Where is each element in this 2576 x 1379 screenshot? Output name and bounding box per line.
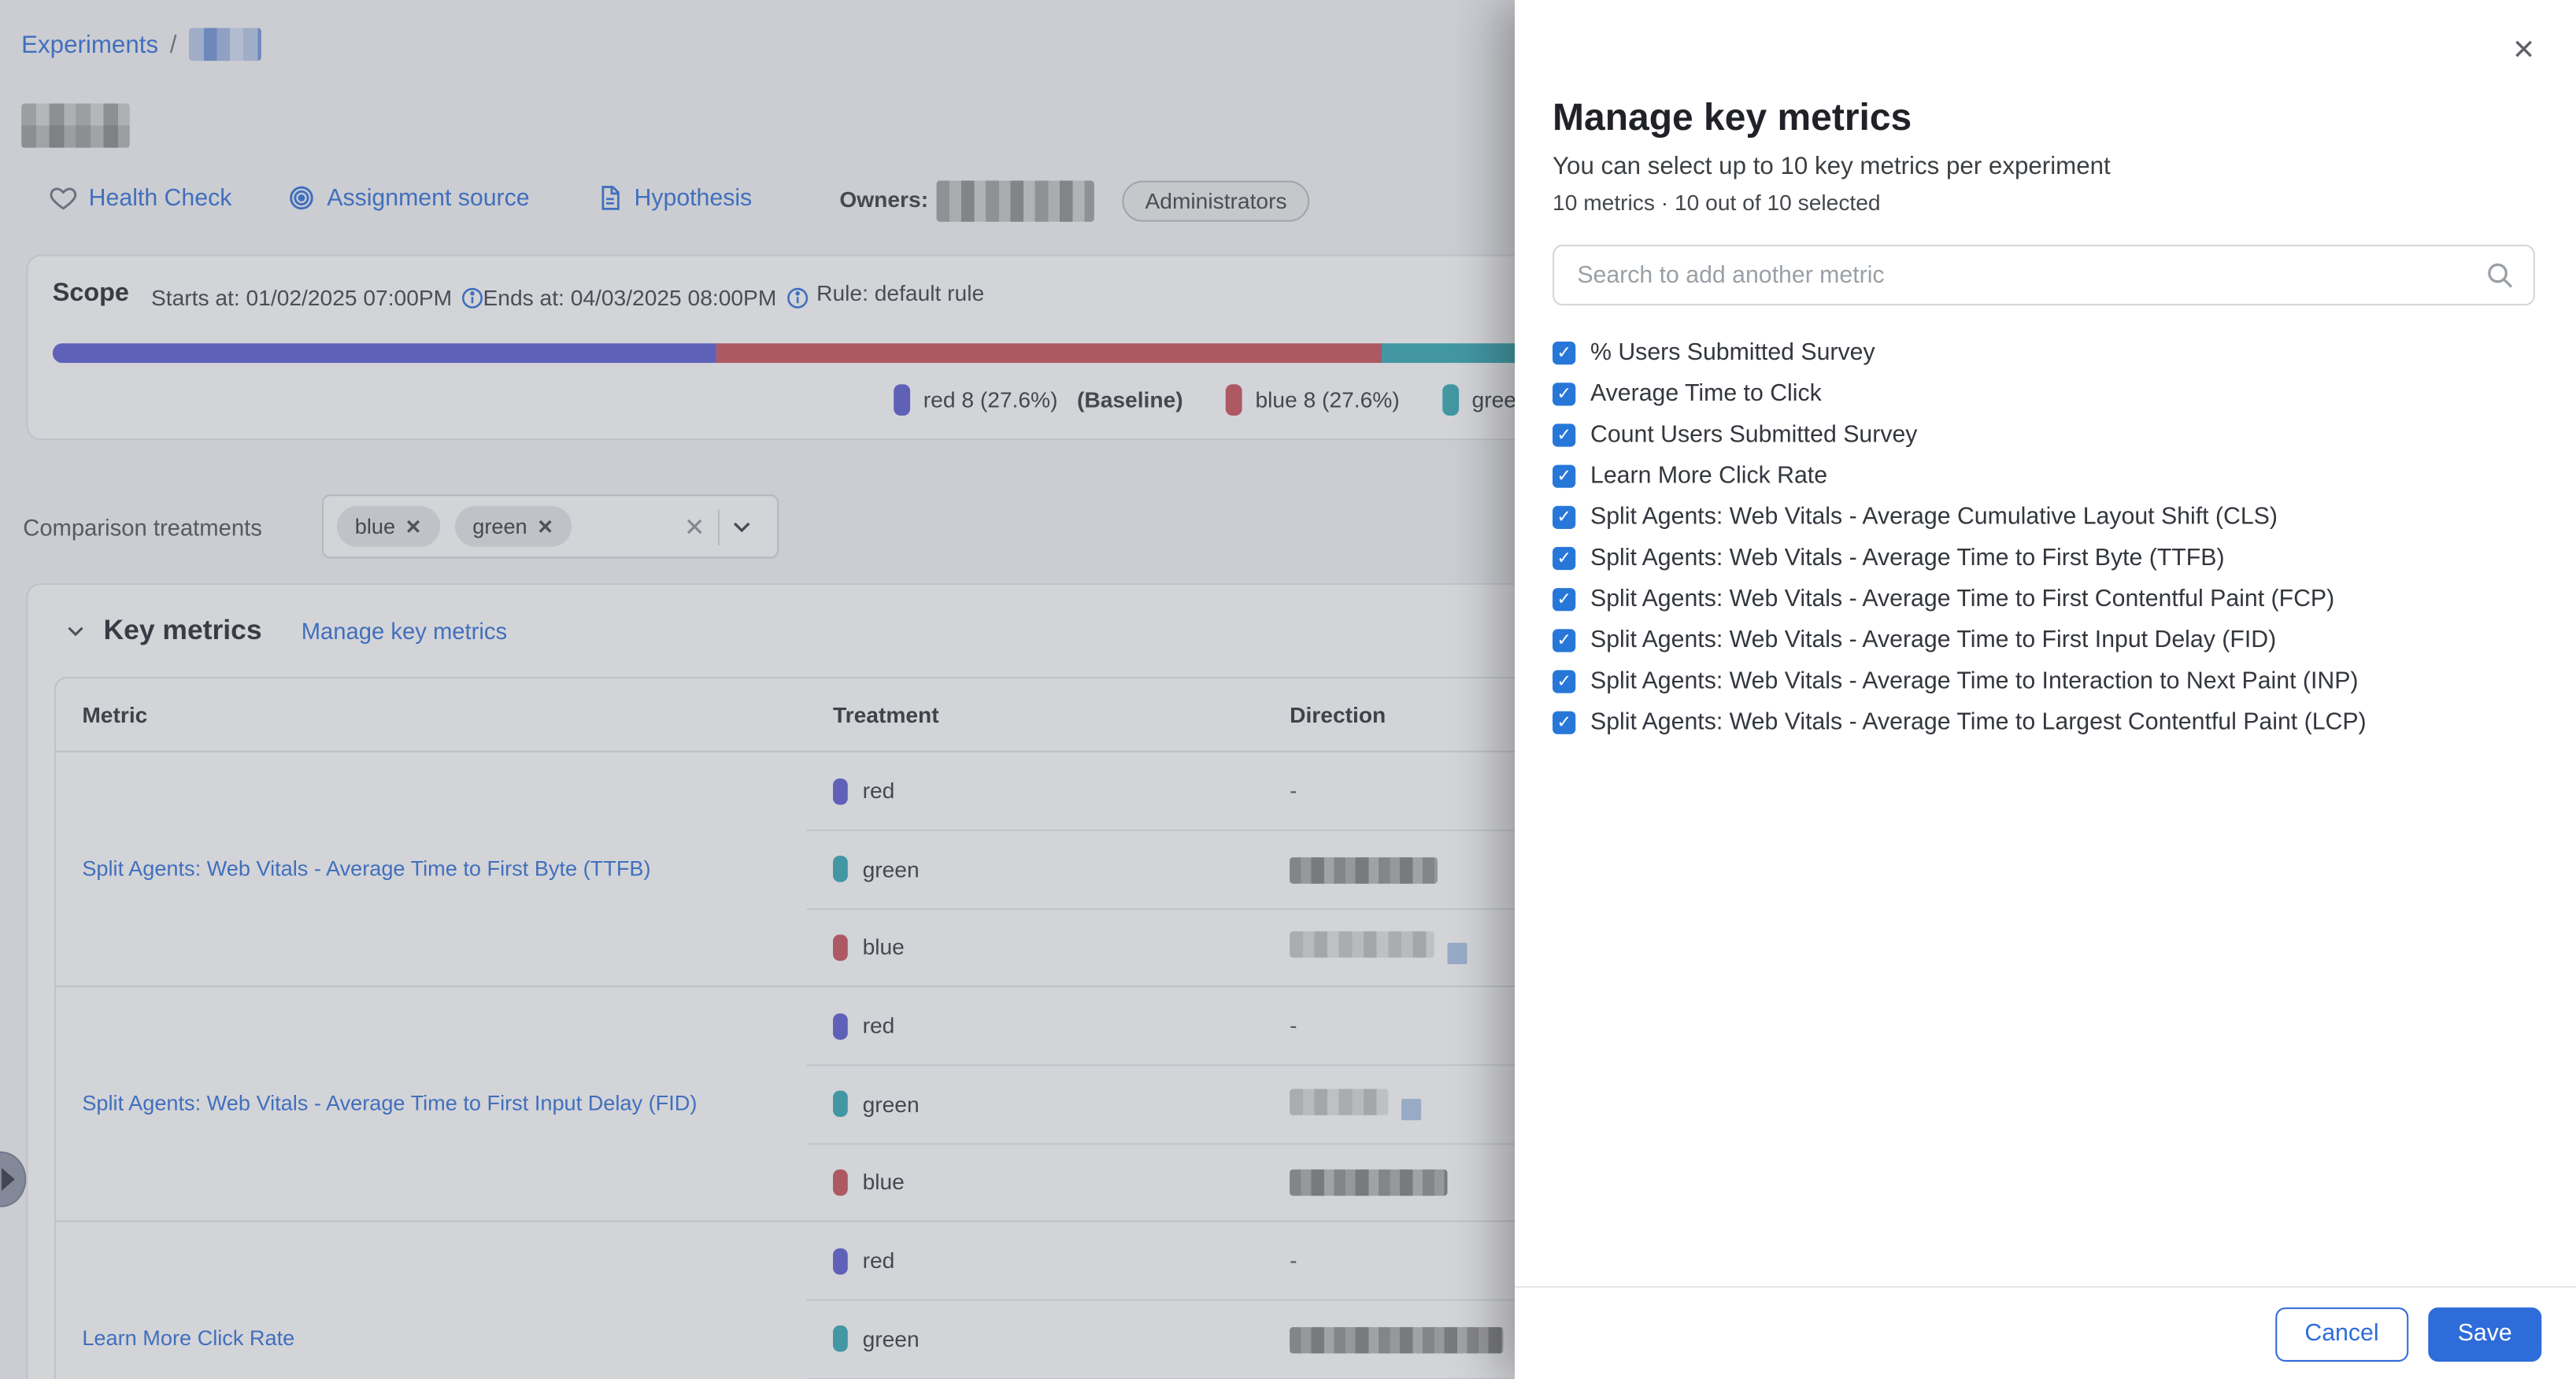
close-icon[interactable]: ✕ <box>2512 36 2536 64</box>
checkbox-checked-icon[interactable]: ✓ <box>1553 464 1575 487</box>
manage-key-metrics-panel: ✕ Manage key metrics You can select up t… <box>1515 0 2576 1379</box>
metric-option-label: Split Agents: Web Vitals - Average Time … <box>1590 628 2276 654</box>
metric-option[interactable]: ✓ Count Users Submitted Survey <box>1553 414 2538 455</box>
checkbox-checked-icon[interactable]: ✓ <box>1553 382 1575 405</box>
metric-option[interactable]: ✓ Average Time to Click <box>1553 373 2538 414</box>
metric-search <box>1553 245 2535 305</box>
checkbox-checked-icon[interactable]: ✓ <box>1553 547 1575 570</box>
metric-option-label: Split Agents: Web Vitals - Average Time … <box>1590 710 2367 736</box>
metric-option-label: Split Agents: Web Vitals - Average Time … <box>1590 586 2334 612</box>
metric-option-label: % Users Submitted Survey <box>1590 339 1875 365</box>
metric-option[interactable]: ✓ Split Agents: Web Vitals - Average Time… <box>1553 538 2538 579</box>
metric-option[interactable]: ✓ Learn More Click Rate <box>1553 456 2538 497</box>
metric-search-input[interactable] <box>1553 245 2535 305</box>
metric-option-label: Average Time to Click <box>1590 380 1822 406</box>
metrics-count-text: 10 metrics · 10 out of 10 selected <box>1553 190 1881 215</box>
metric-option-label: Count Users Submitted Survey <box>1590 422 1917 448</box>
metric-option[interactable]: ✓ Split Agents: Web Vitals - Average Time… <box>1553 703 2538 744</box>
metric-option[interactable]: ✓ Split Agents: Web Vitals - Average Cumu… <box>1553 497 2538 538</box>
metric-option-label: Split Agents: Web Vitals - Average Time … <box>1590 545 2225 571</box>
metric-option[interactable]: ✓ Split Agents: Web Vitals - Average Time… <box>1553 579 2538 620</box>
app-stage: Experiments / Health Check Assignment so… <box>0 0 2576 1379</box>
panel-footer: Cancel Save <box>1515 1286 2576 1379</box>
checkbox-checked-icon[interactable]: ✓ <box>1553 630 1575 653</box>
metric-option[interactable]: ✓ % Users Submitted Survey <box>1553 332 2538 373</box>
metric-option-label: Split Agents: Web Vitals - Average Time … <box>1590 669 2358 695</box>
metric-option[interactable]: ✓ Split Agents: Web Vitals - Average Time… <box>1553 620 2538 661</box>
search-icon <box>2484 260 2515 291</box>
checkbox-checked-icon[interactable]: ✓ <box>1553 712 1575 734</box>
metric-option-label: Learn More Click Rate <box>1590 463 1827 489</box>
metric-option-label: Split Agents: Web Vitals - Average Cumul… <box>1590 504 2278 530</box>
checkbox-checked-icon[interactable]: ✓ <box>1553 423 1575 446</box>
checkbox-checked-icon[interactable]: ✓ <box>1553 341 1575 364</box>
checkbox-checked-icon[interactable]: ✓ <box>1553 671 1575 693</box>
panel-subtitle: You can select up to 10 key metrics per … <box>1553 153 2111 180</box>
metric-checkbox-list: ✓ % Users Submitted Survey ✓ Average Time t… <box>1553 332 2538 745</box>
checkbox-checked-icon[interactable]: ✓ <box>1553 506 1575 529</box>
save-button[interactable]: Save <box>2428 1307 2541 1361</box>
cancel-button[interactable]: Cancel <box>2275 1307 2408 1361</box>
panel-title: Manage key metrics <box>1553 95 1912 139</box>
checkbox-checked-icon[interactable]: ✓ <box>1553 588 1575 611</box>
metric-option[interactable]: ✓ Split Agents: Web Vitals - Average Time… <box>1553 661 2538 702</box>
